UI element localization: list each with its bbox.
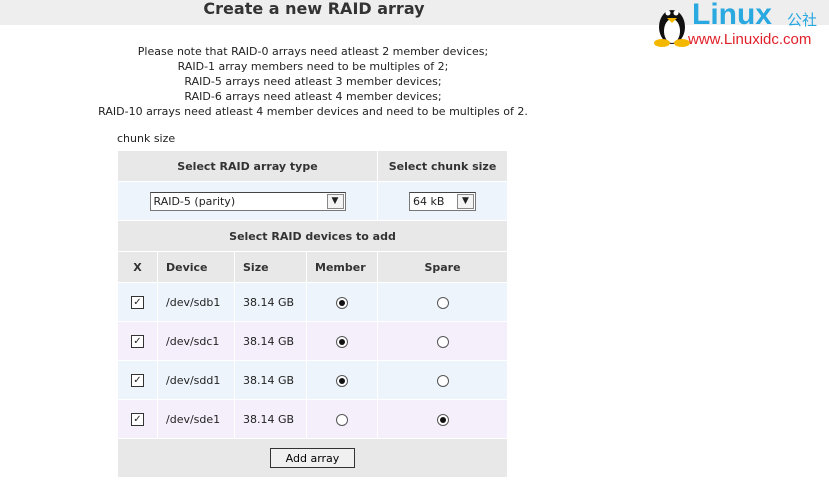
device-checkbox[interactable]: ✓	[131, 334, 144, 348]
watermark-logo: Linux 公社 www.Linuxidc.com	[652, 0, 829, 48]
device-row: ✓ /dev/sdd1 38.14 GB	[118, 361, 507, 399]
col-member: Member	[307, 252, 377, 282]
device-name: /dev/sdd1	[158, 361, 234, 399]
member-radio[interactable]	[336, 374, 348, 387]
device-checkbox[interactable]: ✓	[131, 412, 144, 426]
spare-radio[interactable]	[436, 374, 449, 387]
device-name: /dev/sdc1	[158, 322, 234, 360]
device-size: 38.14 GB	[235, 283, 306, 321]
device-size: 38.14 GB	[235, 361, 306, 399]
note-line: RAID-10 arrays need atleast 4 member dev…	[98, 105, 528, 118]
raid-type-header: Select RAID array type	[118, 151, 377, 181]
chevron-down-icon: ▼	[457, 193, 474, 209]
spare-radio[interactable]	[436, 296, 449, 309]
device-size: 38.14 GB	[235, 322, 306, 360]
raid-notes: Please note that RAID-0 arrays need atle…	[0, 44, 626, 119]
chevron-down-icon: ▼	[326, 193, 344, 209]
chunk-size-label: chunk size	[117, 132, 176, 145]
chunk-size-value: 64 kB	[413, 194, 445, 208]
watermark-brand: Linux	[692, 0, 772, 31]
device-checkbox[interactable]: ✓	[131, 295, 144, 309]
device-name: /dev/sde1	[158, 400, 234, 438]
raid-type-select[interactable]: RAID-5 (parity) ▼	[149, 191, 346, 211]
devices-header: Select RAID devices to add	[118, 221, 507, 251]
member-radio[interactable]	[336, 413, 348, 426]
note-line: RAID-6 arrays need atleast 4 member devi…	[184, 90, 442, 103]
watermark-url: www.Linuxidc.com	[688, 31, 812, 48]
note-line: RAID-1 array members need to be multiple…	[177, 60, 449, 73]
device-checkbox[interactable]: ✓	[131, 373, 144, 387]
note-line: RAID-5 arrays need atleast 3 member devi…	[184, 75, 442, 88]
device-row: ✓ /dev/sdb1 38.14 GB	[118, 283, 507, 321]
chunk-size-header: Select chunk size	[378, 151, 507, 181]
spare-radio[interactable]	[436, 413, 449, 426]
chunk-size-select[interactable]: 64 kB ▼	[409, 191, 476, 211]
member-radio[interactable]	[336, 335, 348, 348]
col-spare: Spare	[378, 252, 507, 282]
add-array-button[interactable]: Add array	[270, 448, 355, 468]
raid-type-value: RAID-5 (parity)	[153, 194, 236, 208]
penguin-icon	[654, 10, 690, 47]
page-title: Create a new RAID array	[203, 0, 425, 18]
spare-radio[interactable]	[436, 335, 449, 348]
device-name: /dev/sdb1	[158, 283, 234, 321]
device-size: 38.14 GB	[235, 400, 306, 438]
device-row: ✓ /dev/sdc1 38.14 GB	[118, 322, 507, 360]
note-line: Please note that RAID-0 arrays need atle…	[137, 45, 489, 58]
col-size: Size	[235, 252, 306, 282]
watermark-cn: 公社	[787, 11, 818, 29]
member-radio[interactable]	[336, 296, 348, 309]
col-x: X	[118, 252, 157, 282]
device-row: ✓ /dev/sde1 38.14 GB	[118, 400, 507, 438]
col-device: Device	[158, 252, 234, 282]
raid-form-table: Select RAID array type Select chunk size…	[117, 150, 508, 478]
